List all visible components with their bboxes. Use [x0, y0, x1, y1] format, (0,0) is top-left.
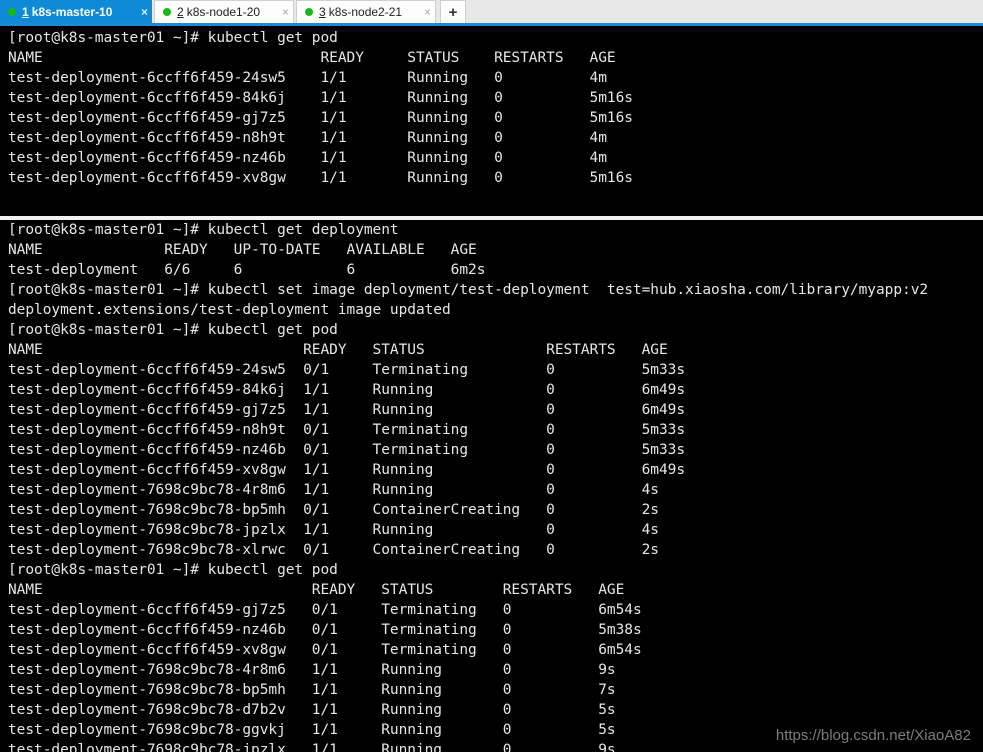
tab-label: k8s-master-10 — [31, 4, 113, 19]
terminal-line: test-deployment-7698c9bc78-jpzlx 1/1 Run… — [8, 522, 659, 538]
status-dot-icon — [8, 7, 16, 16]
terminal-line: test-deployment-6ccff6f459-84k6j 1/1 Run… — [8, 382, 686, 398]
terminal-line: test-deployment-7698c9bc78-bp5mh 0/1 Con… — [8, 502, 659, 518]
close-icon[interactable]: × — [141, 6, 148, 18]
terminal-line: test-deployment-7698c9bc78-4r8m6 1/1 Run… — [8, 662, 616, 678]
terminal-line: NAME READY STATUS RESTARTS AGE — [8, 50, 616, 66]
terminal-pane-top[interactable]: [root@k8s-master01 ~]# kubectl get pod NA… — [0, 26, 983, 216]
terminal-line: deployment.extensions/test-deployment im… — [8, 302, 451, 318]
terminal-line: test-deployment-6ccff6f459-nz46b 0/1 Ter… — [8, 622, 642, 638]
terminal-line: [root@k8s-master01 ~]# kubectl get pod — [8, 562, 338, 578]
tab-number: 2 — [177, 5, 184, 19]
terminal-line: test-deployment-6ccff6f459-gj7z5 1/1 Run… — [8, 110, 633, 126]
terminal-line: [root@k8s-master01 ~]# kubectl get deplo… — [8, 222, 399, 238]
terminal-line: [root@k8s-master01 ~]# kubectl get pod — [8, 30, 338, 46]
terminal-line: test-deployment 6/6 6 6 6m2s — [8, 262, 486, 278]
terminal-line: test-deployment-6ccff6f459-84k6j 1/1 Run… — [8, 90, 633, 106]
terminal-line: NAME READY STATUS RESTARTS AGE — [8, 582, 625, 598]
terminal-line: test-deployment-6ccff6f459-gj7z5 1/1 Run… — [8, 402, 686, 418]
terminal-line: [root@k8s-master01 ~]# kubectl set image… — [8, 282, 929, 298]
terminal-pane-bottom[interactable]: [root@k8s-master01 ~]# kubectl get deplo… — [0, 220, 983, 752]
terminal-line: test-deployment-7698c9bc78-bp5mh 1/1 Run… — [8, 682, 616, 698]
terminal-line: test-deployment-7698c9bc78-ggvkj 1/1 Run… — [8, 722, 616, 738]
terminal-line: test-deployment-6ccff6f459-xv8gw 0/1 Ter… — [8, 642, 642, 658]
terminal-line: test-deployment-6ccff6f459-nz46b 0/1 Ter… — [8, 442, 686, 458]
terminal-line: test-deployment-6ccff6f459-n8h9t 0/1 Ter… — [8, 422, 686, 438]
terminal-line: test-deployment-6ccff6f459-xv8gw 1/1 Run… — [8, 170, 633, 186]
terminal-line: test-deployment-6ccff6f459-nz46b 1/1 Run… — [8, 150, 607, 166]
terminal-line: [root@k8s-master01 ~]# kubectl get pod — [8, 322, 338, 338]
tab-number: 3 — [319, 5, 326, 19]
terminal-line: test-deployment-7698c9bc78-d7b2v 1/1 Run… — [8, 702, 616, 718]
tab-label: k8s-node1-20 — [186, 5, 261, 19]
terminal-line: test-deployment-6ccff6f459-n8h9t 1/1 Run… — [8, 130, 607, 146]
tab-k8s-node2-21[interactable]: 3 k8s-node2-21 × — [296, 0, 436, 23]
watermark: https://blog.csdn.net/XiaoA82 — [775, 727, 971, 744]
status-dot-icon — [163, 8, 171, 16]
tab-k8s-master-10[interactable]: 1 k8s-master-10 × — [0, 0, 152, 23]
terminal-line: test-deployment-6ccff6f459-24sw5 0/1 Ter… — [8, 362, 686, 378]
terminal-line: NAME READY UP-TO-DATE AVAILABLE AGE — [8, 242, 477, 258]
terminal-line: test-deployment-6ccff6f459-gj7z5 0/1 Ter… — [8, 602, 642, 618]
close-icon[interactable]: × — [424, 6, 431, 18]
status-dot-icon — [305, 8, 313, 16]
terminal-line: test-deployment-7698c9bc78-xlrwc 0/1 Con… — [8, 542, 659, 558]
tab-number: 1 — [22, 4, 29, 19]
tab-k8s-node1-20[interactable]: 2 k8s-node1-20 × — [154, 0, 294, 23]
new-tab-button[interactable]: + — [440, 0, 466, 23]
terminal-line: test-deployment-6ccff6f459-xv8gw 1/1 Run… — [8, 462, 686, 478]
terminal-line: test-deployment-7698c9bc78-jpzlx 1/1 Run… — [8, 742, 616, 752]
terminal-line: test-deployment-7698c9bc78-4r8m6 1/1 Run… — [8, 482, 659, 498]
tab-bar: 1 k8s-master-10 × 2 k8s-node1-20 × 3 k8s… — [0, 0, 983, 26]
terminal[interactable]: [root@k8s-master01 ~]# kubectl get pod NA… — [0, 26, 983, 752]
terminal-line: test-deployment-6ccff6f459-24sw5 1/1 Run… — [8, 70, 607, 86]
close-icon[interactable]: × — [282, 6, 289, 18]
tab-label: k8s-node2-21 — [328, 5, 403, 19]
terminal-line: NAME READY STATUS RESTARTS AGE — [8, 342, 668, 358]
